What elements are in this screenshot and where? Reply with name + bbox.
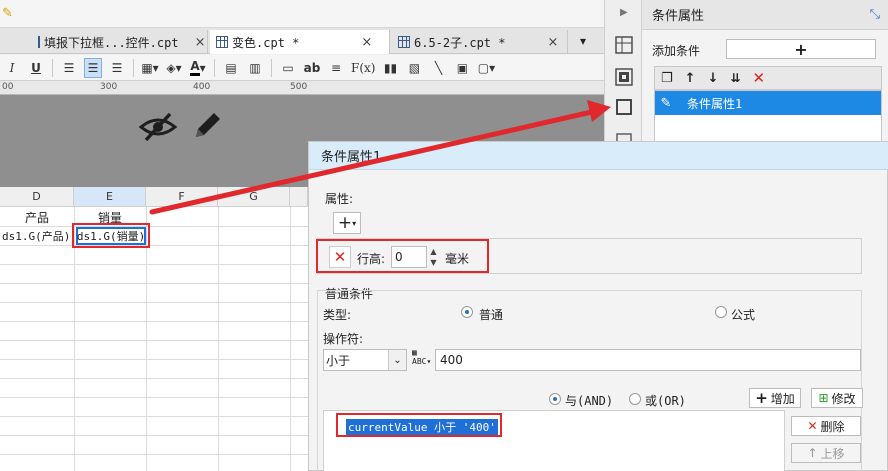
annotation-arrow	[149, 100, 611, 215]
